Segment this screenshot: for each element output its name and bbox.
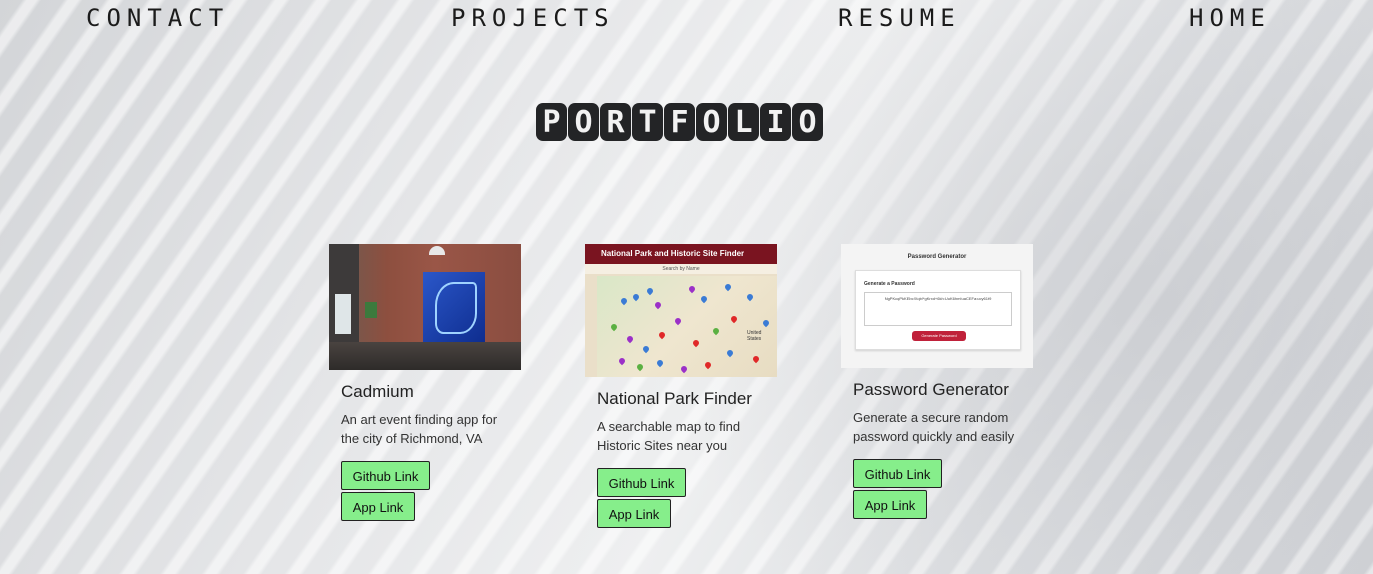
cadmium-thumbnail (329, 244, 521, 370)
nav-resume-link[interactable]: RESUME (838, 4, 961, 32)
title-letter: O (792, 103, 823, 141)
thumbnail-search: Search by Name (585, 264, 777, 274)
thumbnail-generate-button: Generate Password (912, 331, 966, 341)
title-letter: P (536, 103, 567, 141)
thumbnail-header: National Park and Historic Site Finder (585, 244, 777, 264)
title-letter: O (568, 103, 599, 141)
card-description: A searchable map to find Historic Sites … (597, 419, 741, 453)
map-label: United States (747, 330, 762, 342)
nav-projects-link[interactable]: PROJECTS (451, 4, 615, 32)
github-link-button[interactable]: Github Link (597, 468, 686, 497)
thumbnail-label: Generate a Password (864, 281, 915, 287)
card-title: National Park Finder (597, 389, 752, 408)
page-title: P O R T F O L I O (536, 103, 823, 141)
card-title: Password Generator (853, 380, 1009, 399)
github-link-button[interactable]: Github Link (341, 461, 430, 490)
title-letter: I (760, 103, 791, 141)
card-title: Cadmium (341, 382, 414, 401)
nav-contact-link[interactable]: CONTACT (86, 4, 229, 32)
title-letter: R (600, 103, 631, 141)
top-nav: CONTACT PROJECTS RESUME HOME (0, 0, 1373, 40)
card-description: An art event finding app for the city of… (341, 412, 498, 446)
title-letter: O (696, 103, 727, 141)
thumbnail-title: Password Generator (907, 254, 967, 260)
app-link-button[interactable]: App Link (341, 492, 415, 521)
title-letter: F (664, 103, 695, 141)
title-letter: L (728, 103, 759, 141)
app-link-button[interactable]: App Link (853, 490, 927, 519)
project-card-cadmium: Cadmium An art event finding app for the… (329, 244, 521, 521)
title-letter: T (632, 103, 663, 141)
nav-home-link[interactable]: HOME (1189, 4, 1271, 32)
app-link-button[interactable]: App Link (597, 499, 671, 528)
project-card-park-finder: National Park and Historic Site Finder S… (585, 244, 777, 528)
card-description: Generate a secure random password quickl… (853, 410, 1015, 444)
map-image: United States (597, 276, 777, 377)
github-link-button[interactable]: Github Link (853, 459, 942, 488)
park-finder-thumbnail: National Park and Historic Site Finder S… (585, 244, 777, 377)
password-generator-thumbnail: Password Generator Generate a Password N… (841, 244, 1033, 368)
project-card-password-generator: Password Generator Generate a Password N… (841, 244, 1033, 519)
thumbnail-password: NgPKcqPkKEbc!Xqb!*gKrxd+6kh:UuK6hm!uaCEF… (864, 292, 1012, 326)
